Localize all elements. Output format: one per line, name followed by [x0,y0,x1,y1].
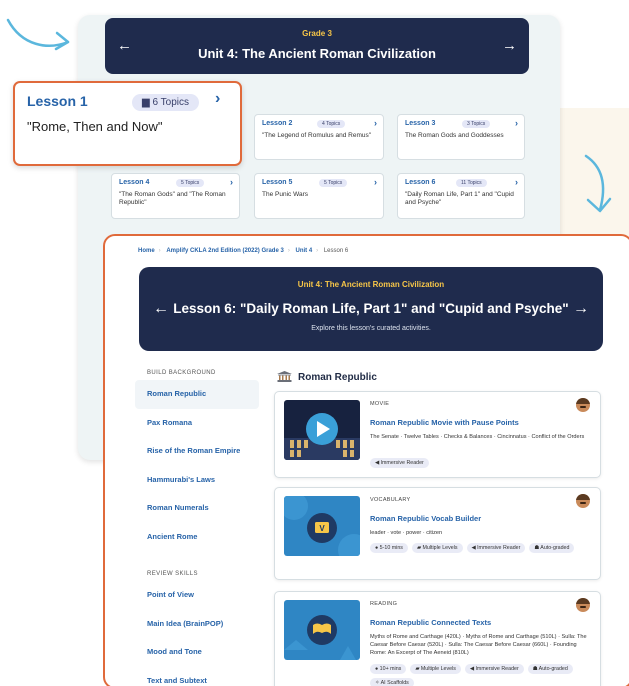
sidebar-item-hammurabis-laws[interactable]: Hammurabi's Laws [135,466,259,495]
activity-type: MOVIE [370,401,390,407]
topics-badge: 5 Topics [319,179,348,187]
lesson-page-panel: Home › Amplify CKLA 2nd Edition (2022) Gr… [103,234,629,686]
unit-label: Unit 4: The Ancient Roman Civilization [297,280,445,289]
auto-graded-chip: ☗ Auto-graded [527,664,573,674]
avatar-icon [576,598,590,612]
activity-type: VOCABULARY [370,497,411,503]
chevron-right-icon[interactable]: › [374,118,377,128]
folder-icon: ▆ [142,97,153,108]
activity-chips: ● 5-10 mins ▰ Multiple Levels ◀ Immersiv… [370,543,595,553]
sidebar-item-roman-republic[interactable]: Roman Republic [135,380,259,409]
sidebar: BUILD BACKGROUND Roman Republic Pax Roma… [135,366,259,686]
sidebar-item-point-of-view[interactable]: Point of View [135,581,259,610]
duration-chip: ● 10+ mins [370,664,407,674]
chevron-right-icon[interactable]: › [515,177,518,187]
activity-chips: ● 10+ mins ▰ Multiple Levels ◀ Immersive… [370,664,595,686]
avatar-icon [576,398,590,412]
lesson-description: The Punic Wars [262,191,308,198]
activity-type: READING [370,601,398,607]
topics-badge: 5 Topics [176,179,205,187]
chevron-right-icon[interactable]: › [230,177,233,187]
immersive-reader-chip[interactable]: ◀ Immersive Reader [464,664,524,674]
grade-label: Grade 3 [302,29,332,38]
lesson-card-2[interactable]: Lesson 2 4 Topics › "The Legend of Romul… [254,114,384,160]
topics-badge: 3 Topics [462,120,491,128]
lesson-description: "The Legend of Romulus and Remus" [262,132,372,139]
immersive-reader-chip[interactable]: ◀ Immersive Reader [466,543,526,553]
lesson-subtitle: Explore this lesson's curated activities… [311,325,431,332]
lesson-card-5[interactable]: Lesson 5 5 Topics › The Punic Wars [254,173,384,219]
auto-graded-chip: ☗ Auto-graded [529,543,575,553]
breadcrumb-program[interactable]: Amplify CKLA 2nd Edition (2022) Grade 3 [166,248,283,254]
activity-chips: ◀ Immersive Reader [370,458,595,468]
breadcrumb: Home › Amplify CKLA 2nd Edition (2022) Gr… [138,248,349,254]
topics-badge: 11 Topics [456,179,487,187]
lesson-title: Lesson 6: "Daily Roman Life, Part 1" and… [173,301,569,316]
activity-title[interactable]: Roman Republic Movie with Pause Points [370,418,519,427]
curved-arrow-icon [6,18,70,51]
activity-card[interactable]: MOVIE Roman Republic Movie with Pause Po… [274,391,601,478]
duration-chip: ● 5-10 mins [370,543,408,553]
sidebar-heading-build: BUILD BACKGROUND [147,370,216,376]
unit-title: Unit 4: The Ancient Roman Civilization [198,46,436,61]
reading-thumbnail[interactable] [284,600,360,660]
ai-scaffolds-chip: ✧ AI Scaffolds [370,678,414,686]
breadcrumb-current: Lesson 6 [323,248,349,254]
temple-icon [277,371,292,382]
sidebar-item-main-idea[interactable]: Main Idea (BrainPOP) [135,610,259,639]
activity-card[interactable]: READING Roman Republic Connected Texts M… [274,591,601,686]
sidebar-heading-review: REVIEW SKILLS [147,571,198,577]
chevron-right-icon[interactable]: › [374,177,377,187]
lesson-banner: ← Unit 4: The Ancient Roman Civilization… [139,267,603,351]
sidebar-item-pax-romana[interactable]: Pax Romana [135,409,259,438]
breadcrumb-unit[interactable]: Unit 4 [295,248,312,254]
multiple-levels-chip: ▰ Multiple Levels [410,664,461,674]
section-title-text: Roman Republic [298,372,377,383]
activity-title[interactable]: Roman Republic Vocab Builder [370,514,481,523]
topics-badge: 4 Topics [317,120,346,128]
svg-text:V: V [319,524,325,533]
curved-arrow-icon [584,154,612,213]
next-unit-arrow-icon[interactable]: → [502,37,517,54]
activity-description: leader · vote · power · citizen [370,530,443,536]
lesson-label: Lesson 3 [405,120,436,127]
lesson-description: "The Roman Gods" and "The Roman Republic… [119,191,226,207]
breadcrumb-home[interactable]: Home [138,248,155,254]
movie-thumbnail[interactable] [284,400,360,460]
page: ← Grade 3 Unit 4: The Ancient Roman Civi… [0,0,629,686]
vocabulary-thumbnail[interactable]: V [284,496,360,556]
unit-banner: ← Grade 3 Unit 4: The Ancient Roman Civi… [105,18,529,74]
activity-description: The Senate · Twelve Tables · Checks & Ba… [370,434,585,440]
lesson-description: "Rome, Then and Now" [27,119,163,134]
sidebar-item-ancient-rome[interactable]: Ancient Rome [135,523,259,552]
lesson-card-4[interactable]: Lesson 4 5 Topics › "The Roman Gods" and… [111,173,240,219]
lesson-card-3[interactable]: Lesson 3 3 Topics › The Roman Gods and G… [397,114,525,160]
chevron-right-icon[interactable]: › [515,118,518,128]
avatar-icon [576,494,590,508]
lesson-description: "Daily Roman Life, Part 1" and "Cupid an… [405,191,514,207]
immersive-reader-chip[interactable]: ◀ Immersive Reader [370,458,429,468]
lesson-card-6[interactable]: Lesson 6 11 Topics › "Daily Roman Life, … [397,173,525,219]
lesson-card-1-highlight[interactable]: Lesson 1 ▆ 6 Topics › "Rome, Then and No… [13,81,242,166]
activity-title[interactable]: Roman Republic Connected Texts [370,618,491,627]
sidebar-item-roman-numerals[interactable]: Roman Numerals [135,494,259,523]
multiple-levels-chip: ▰ Multiple Levels [411,543,463,553]
lesson-description: The Roman Gods and Goddesses [405,132,504,139]
next-lesson-arrow-icon[interactable]: → [573,300,589,318]
sidebar-item-rise-of-roman-empire[interactable]: Rise of the Roman Empire [135,437,259,466]
activity-card[interactable]: V VOCABULARY Roman Republic Vocab Builde… [274,487,601,580]
chevron-right-icon[interactable]: › [215,90,220,108]
sidebar-item-text-and-subtext[interactable]: Text and Subtext [135,667,259,686]
topics-badge: ▆ 6 Topics [132,94,199,111]
section-title: Roman Republic [277,371,377,383]
activity-description: Myths of Rome and Carthage (420L) · Myth… [370,634,587,657]
sidebar-item-mood-and-tone[interactable]: Mood and Tone [135,638,259,667]
